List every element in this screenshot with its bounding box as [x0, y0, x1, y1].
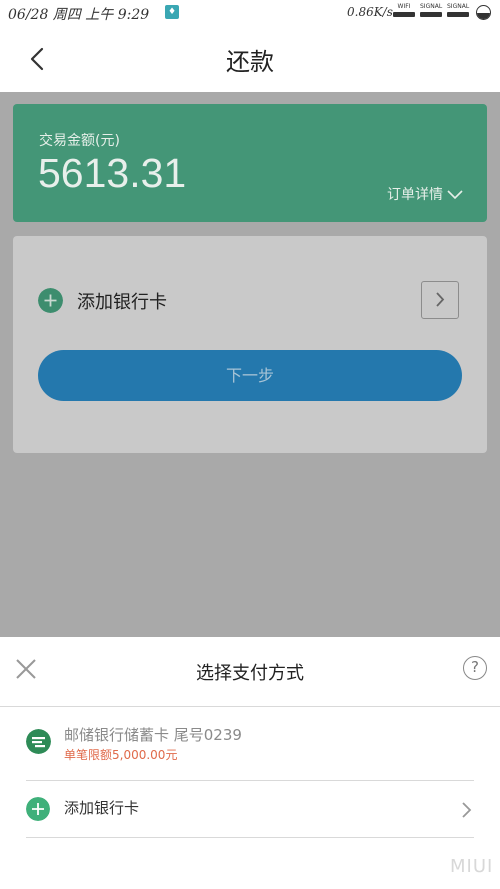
- amount-value: 5613.31: [38, 150, 187, 196]
- sheet-title: 选择支付方式: [196, 663, 304, 684]
- chevron-right-icon: [462, 802, 472, 818]
- order-detail-label: 订单详情: [387, 187, 443, 203]
- next-step-button[interactable]: 下一步: [38, 350, 462, 401]
- list-divider: [26, 837, 474, 838]
- bank-panel: 添加银行卡 下一步: [13, 236, 487, 453]
- signal-label-1: SIGNAL: [420, 3, 443, 10]
- battery-icon: [476, 5, 491, 20]
- plus-circle-icon: [26, 797, 50, 821]
- status-time: 06/28 周四 上午 9:29: [8, 7, 150, 23]
- signal-label-2: SIGNAL: [447, 3, 470, 10]
- bank-card-limit: 单笔限额5,000.00元: [64, 748, 178, 762]
- add-bank-card-arrow-button[interactable]: [421, 281, 459, 319]
- miui-watermark: MIUI: [450, 856, 494, 877]
- list-divider: [26, 780, 474, 781]
- order-detail-toggle[interactable]: 订单详情: [387, 184, 463, 204]
- nav-bar: 还款: [0, 26, 500, 92]
- chevron-down-icon: [447, 190, 463, 200]
- network-speed: 0.86K/s: [347, 5, 393, 19]
- add-bank-card-option[interactable]: 添加银行卡: [0, 785, 500, 835]
- postal-bank-logo-icon: [26, 729, 51, 754]
- signal-icon: SIGNAL: [420, 3, 442, 17]
- wifi-label: WIFI: [397, 3, 411, 10]
- wifi-icon: WIFI: [393, 3, 415, 17]
- status-bar: 06/28 周四 上午 9:29 ♦ 0.86K/s WIFI SIGNAL S…: [0, 0, 500, 26]
- help-icon[interactable]: ?: [463, 656, 487, 680]
- signal-icon-2: SIGNAL: [447, 3, 469, 17]
- add-card-plus-icon: [38, 288, 63, 313]
- notification-app-icon: ♦: [165, 5, 179, 19]
- add-bank-card-option-label: 添加银行卡: [64, 799, 140, 817]
- page-title: 还款: [226, 48, 274, 76]
- bank-card-name: 邮储银行储蓄卡 尾号0239: [64, 726, 242, 744]
- payment-method-sheet: 选择支付方式 ? 邮储银行储蓄卡 尾号0239 单笔限额5,000.00元 添加…: [0, 637, 500, 889]
- chevron-right-icon: [436, 292, 445, 307]
- amount-label: 交易金额(元): [39, 133, 120, 149]
- amount-card: 交易金额(元) 5613.31 订单详情: [13, 104, 487, 222]
- bank-card-option[interactable]: 邮储银行储蓄卡 尾号0239 单笔限额5,000.00元: [0, 717, 500, 777]
- sheet-divider: [0, 706, 500, 707]
- add-bank-card-label[interactable]: 添加银行卡: [77, 288, 167, 314]
